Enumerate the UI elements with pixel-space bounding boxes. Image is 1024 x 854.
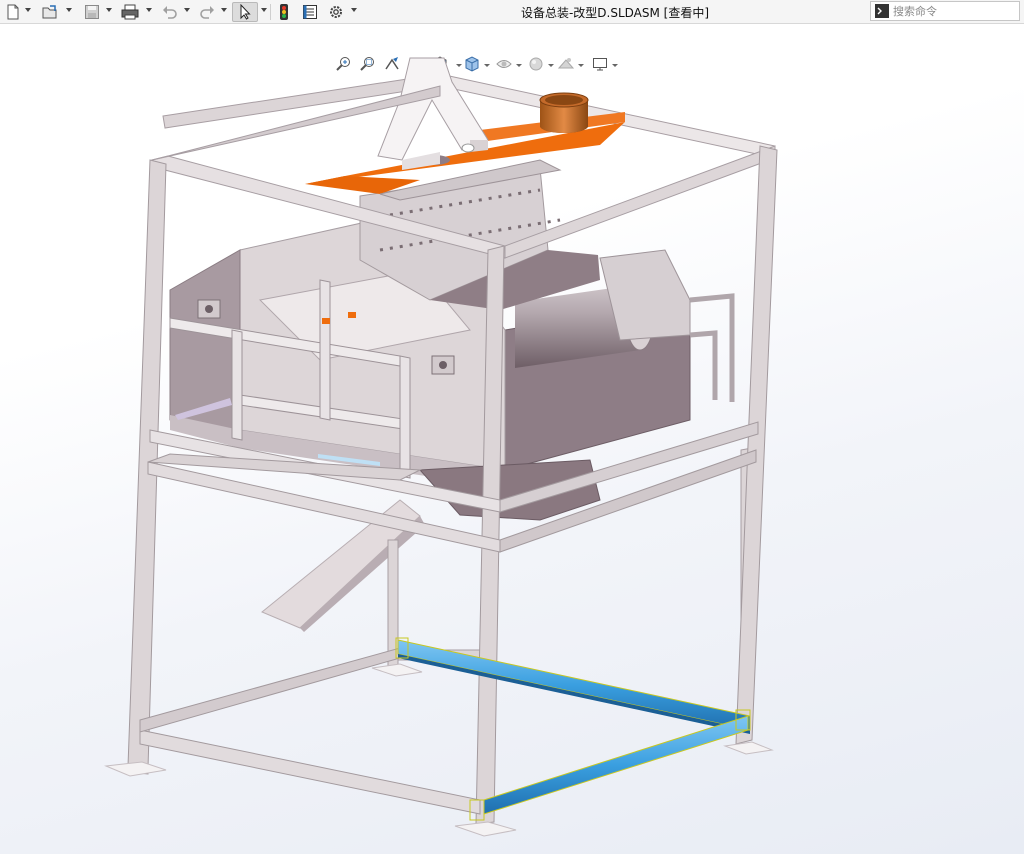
undo-button[interactable] xyxy=(160,2,180,22)
document-title: 设备总装-改型D.SLDASM [查看中] xyxy=(520,6,710,20)
right-guard-frame[interactable] xyxy=(689,293,735,402)
selected-bottom-beams[interactable] xyxy=(395,637,751,821)
select-arrow-icon xyxy=(240,4,251,20)
redo-icon xyxy=(200,6,214,19)
open-dropdown[interactable] xyxy=(66,8,72,12)
save-button[interactable] xyxy=(82,2,102,22)
file-properties-button[interactable] xyxy=(299,2,321,22)
rebuild-traffic-light-icon xyxy=(280,4,288,20)
redo-button[interactable] xyxy=(197,2,217,22)
save-icon xyxy=(85,5,99,19)
toolbar-separator xyxy=(270,4,271,20)
print-button[interactable] xyxy=(118,2,142,22)
select-button[interactable] xyxy=(232,2,258,22)
print-dropdown[interactable] xyxy=(146,8,152,12)
title-toolbar: 设备总装-改型D.SLDASM [查看中] xyxy=(0,0,1024,24)
new-document-dropdown[interactable] xyxy=(25,8,31,12)
search-input[interactable] xyxy=(890,3,1016,19)
redo-dropdown[interactable] xyxy=(221,8,227,12)
options-button[interactable] xyxy=(325,2,347,22)
assembly-model[interactable] xyxy=(0,24,1024,854)
file-properties-icon xyxy=(303,5,317,19)
command-prompt-icon xyxy=(875,4,889,18)
new-document-button[interactable] xyxy=(4,2,22,22)
select-dropdown[interactable] xyxy=(261,8,267,12)
save-dropdown[interactable] xyxy=(106,8,112,12)
print-icon xyxy=(121,4,139,20)
options-dropdown[interactable] xyxy=(351,8,357,12)
undo-icon xyxy=(163,6,177,19)
graphics-viewport[interactable] xyxy=(0,24,1024,854)
open-button[interactable] xyxy=(40,2,62,22)
search-box[interactable] xyxy=(870,1,1020,21)
options-gear-icon xyxy=(330,6,342,18)
open-folder-icon xyxy=(42,5,57,19)
undo-dropdown[interactable] xyxy=(184,8,190,12)
rebuild-button[interactable] xyxy=(274,2,294,22)
new-document-icon xyxy=(7,4,19,20)
